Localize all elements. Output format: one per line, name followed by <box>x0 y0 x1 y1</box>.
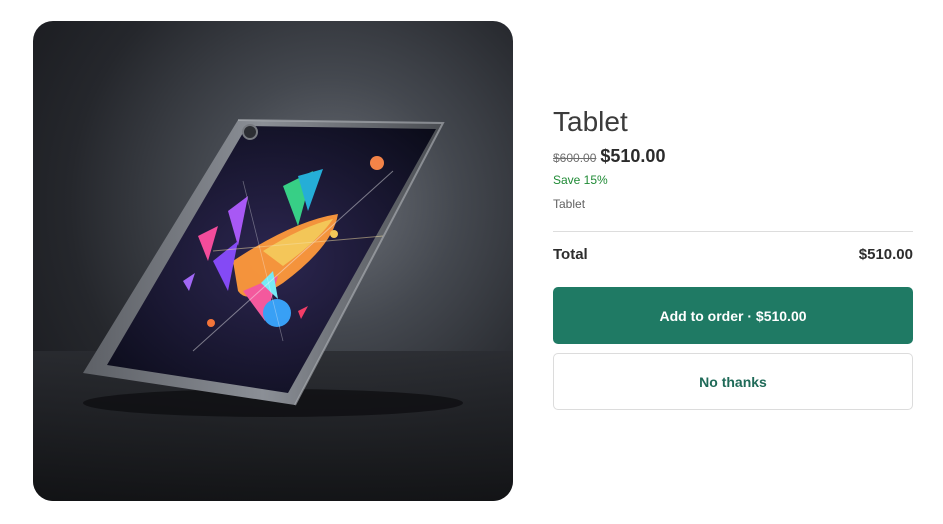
total-row: Total $510.00 <box>553 232 913 277</box>
sale-price: $510.00 <box>600 146 666 166</box>
no-thanks-button[interactable]: No thanks <box>553 353 913 410</box>
variant-label: Tablet <box>553 197 586 211</box>
savings-badge: Save 15% <box>553 173 608 187</box>
price-row: $600.00 $510.00 <box>553 146 913 167</box>
total-value: $510.00 <box>858 246 913 263</box>
product-image <box>33 21 513 501</box>
add-to-order-button[interactable]: Add to order · $510.00 <box>553 287 913 344</box>
product-details: Tablet $600.00 $510.00 Save 15% Tablet T… <box>553 100 913 410</box>
original-price: $600.00 <box>553 151 597 165</box>
tablet-illustration <box>33 119 513 501</box>
product-title: Tablet <box>553 106 628 137</box>
upsell-page: Tablet $600.00 $510.00 Save 15% Tablet T… <box>0 0 943 524</box>
total-label: Total <box>553 246 588 263</box>
